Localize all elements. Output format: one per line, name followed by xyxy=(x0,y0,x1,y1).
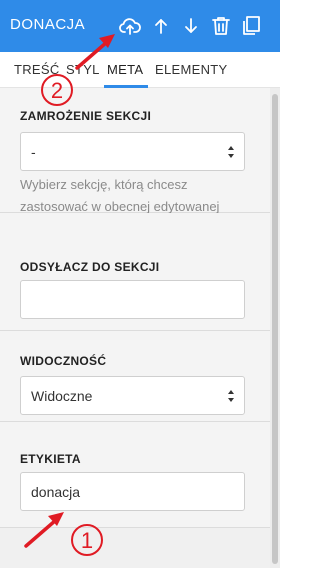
freeze-select-value: - xyxy=(31,143,36,160)
duplicate-icon[interactable] xyxy=(239,14,263,38)
freeze-select[interactable]: - xyxy=(20,132,245,171)
meta-panel: ZAMROŻENIE SEKCJI - Wybierz sekcję, któr… xyxy=(0,88,270,568)
visibility-label: WIDOCZNOŚĆ xyxy=(20,354,107,368)
tag-input[interactable]: donacja xyxy=(20,472,245,511)
select-arrows-icon xyxy=(227,145,235,159)
scrollbar-thumb[interactable] xyxy=(272,94,278,564)
tag-input-value: donacja xyxy=(31,483,81,500)
tab-content[interactable]: TREŚĆ xyxy=(14,62,60,77)
anchor-input[interactable] xyxy=(20,280,245,319)
section-anchor: ODSYŁACZ DO SEKCJI xyxy=(0,213,270,331)
visibility-select[interactable]: Widoczne xyxy=(20,376,245,415)
visibility-select-value: Widoczne xyxy=(31,387,93,404)
panel-title: DONACJA xyxy=(10,16,86,33)
panel-header: DONACJA xyxy=(0,0,280,52)
section-tag: ETYKIETA donacja xyxy=(0,422,270,528)
arrow-up-icon[interactable] xyxy=(149,14,173,38)
select-arrows-icon xyxy=(227,389,235,403)
cloud-upload-icon[interactable] xyxy=(118,14,142,38)
tab-elements[interactable]: ELEMENTY xyxy=(155,62,227,77)
trash-icon[interactable] xyxy=(209,14,233,38)
tab-meta[interactable]: META xyxy=(107,62,143,77)
freeze-label: ZAMROŻENIE SEKCJI xyxy=(20,109,152,123)
arrow-down-icon[interactable] xyxy=(179,14,203,38)
tag-label: ETYKIETA xyxy=(20,452,81,466)
anchor-label: ODSYŁACZ DO SEKCJI xyxy=(20,260,160,274)
section-freeze: ZAMROŻENIE SEKCJI - Wybierz sekcję, któr… xyxy=(0,88,270,214)
freeze-help-text: Wybierz sekcję, którą chcesz zastosować … xyxy=(20,177,220,214)
tab-bar: TREŚĆ STYL META ELEMENTY xyxy=(0,52,280,88)
section-visibility: WIDOCZNOŚĆ Widoczne xyxy=(0,331,270,422)
tab-style[interactable]: STYL xyxy=(66,62,100,77)
